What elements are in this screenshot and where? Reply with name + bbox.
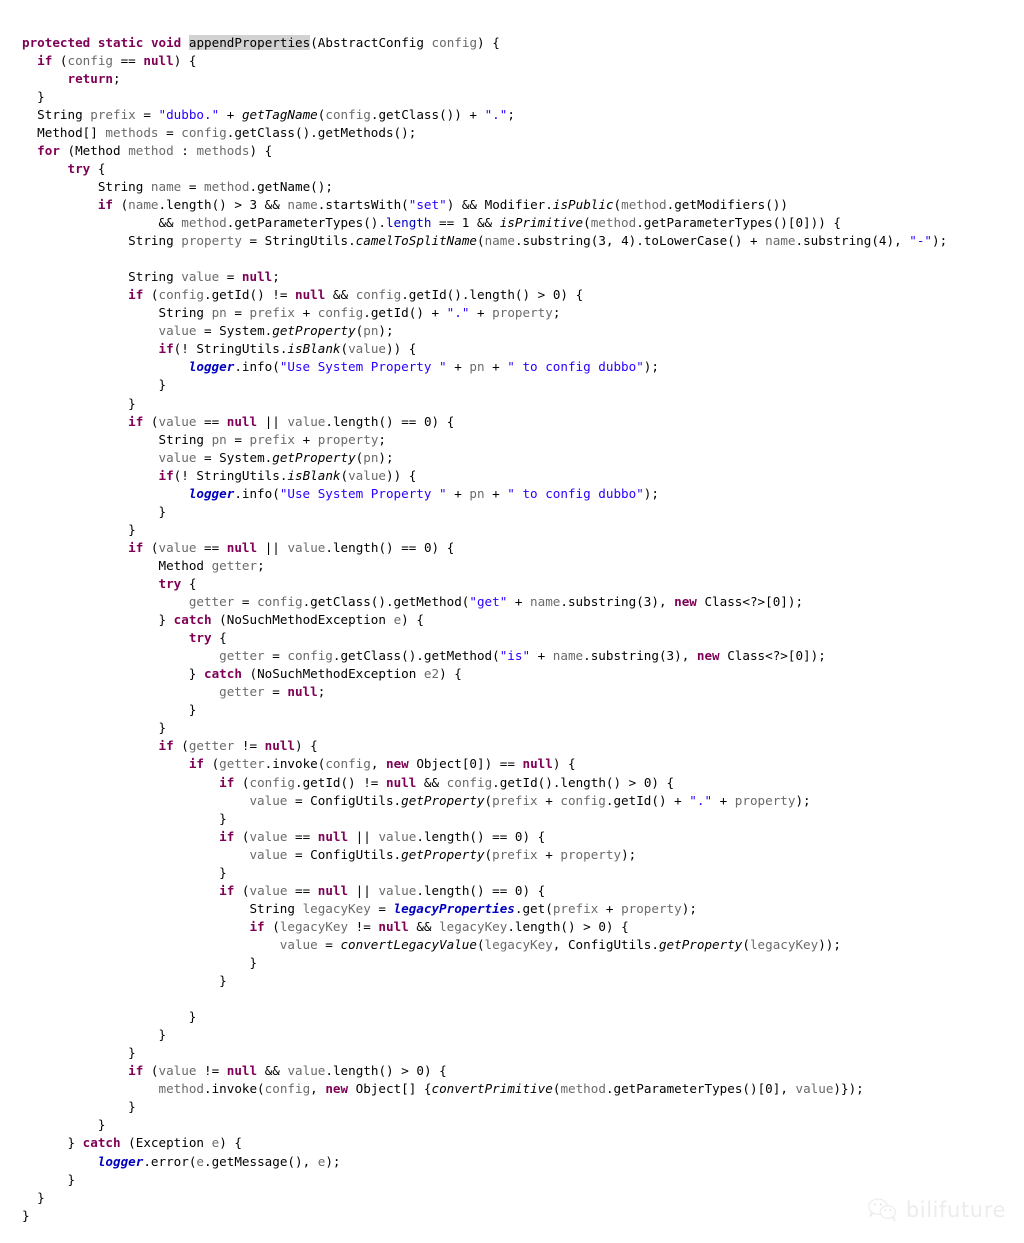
code-line: } [22,1009,197,1025]
code-line: } [22,864,227,880]
code-line: value = System.getProperty(pn); [158,449,394,465]
code-line: if (getter.invoke(config, new Object[0])… [188,756,576,772]
code-line: getter = null; [219,684,326,700]
code-line: if (getter != null) { [158,738,318,754]
code-line: } [22,1171,76,1187]
code-line: } catch (NoSuchMethodException e) { [22,612,424,628]
code-line: value = ConfigUtils.getProperty(prefix +… [249,792,811,808]
code-line: try { [158,576,197,591]
code-line: if (value == null || value.length() == 0… [128,539,455,555]
code-line: } [22,954,258,970]
code-line: logger.info("Use System Property " + pn … [188,359,659,375]
code-line: if (name.length() > 3 && name.startsWith… [97,197,788,213]
code-viewer: protected static void appendProperties(A… [0,0,1024,1243]
code-line: } [22,1189,45,1205]
code-line: try { [67,160,106,176]
code-line: String legacyKey = legacyProperties.get(… [249,900,697,916]
code-line: if (legacyKey != null && legacyKey.lengt… [249,918,629,934]
code-line: } [22,720,167,736]
code-line: } [22,702,197,718]
code-line: if (config.getId() != null && config.get… [219,774,675,790]
code-line: } [22,377,167,393]
code-line: } catch (Exception e) { [22,1135,242,1151]
code-line: try { [188,630,227,646]
code-line: } [22,88,45,104]
code-line: for (Method method : methods) { [37,142,273,158]
code-line: } [22,973,227,989]
code-line: } [22,1117,106,1133]
code-line: } [22,1099,136,1115]
code-line: logger.info("Use System Property " + pn … [188,485,659,501]
code-line: String property = StringUtils.camelToSpl… [128,233,948,249]
code-line: logger.error(e.getMessage(), e); [97,1153,341,1169]
code-line: Method getter; [158,557,265,573]
source-code-listing[interactable]: protected static void appendProperties(A… [22,34,947,1225]
code-line: } [22,1027,167,1043]
code-line: if (config == null) { [37,52,197,68]
code-line: if(! StringUtils.isBlank(value)) { [158,467,417,483]
code-line: String value = null; [128,269,280,285]
code-line: } [22,810,227,826]
code-line: String prefix = "dubbo." + getTagName(co… [37,106,515,122]
code-line: value = ConfigUtils.getProperty(prefix +… [249,846,637,862]
code-line: } [22,521,136,537]
code-line: Method[] methods = config.getClass().get… [37,124,417,140]
code-line: String pn = prefix + config.getId() + ".… [158,305,561,321]
code-line: getter = config.getClass().getMethod("is… [219,648,826,664]
code-line: String name = method.getName(); [97,178,333,194]
code-line: if(! StringUtils.isBlank(value)) { [158,341,417,357]
code-line: && method.getParameterTypes().length == … [22,215,841,231]
code-line: method.invoke(config, new Object[] {conv… [158,1081,864,1097]
code-line: value = convertLegacyValue(legacyKey, Co… [279,936,841,952]
code-line: } [22,395,136,411]
code-line: } [22,503,167,519]
code-line: if (value == null || value.length() == 0… [128,413,455,429]
code-line: } catch (NoSuchMethodException e2) { [22,666,462,682]
code-line: String pn = prefix + property; [158,431,387,447]
code-line: if (value == null || value.length() == 0… [219,882,546,898]
code-line: return; [67,70,121,86]
code-line: if (config.getId() != null && config.get… [128,287,584,303]
code-line: } [22,1045,136,1061]
code-line: value = System.getProperty(pn); [158,323,394,339]
code-line: protected static void appendProperties(A… [22,34,500,50]
code-line: } [22,1207,30,1223]
code-line: if (value == null || value.length() == 0… [219,828,546,844]
code-line: if (value != null && value.length() > 0)… [128,1063,447,1079]
code-line: getter = config.getClass().getMethod("ge… [188,594,804,610]
